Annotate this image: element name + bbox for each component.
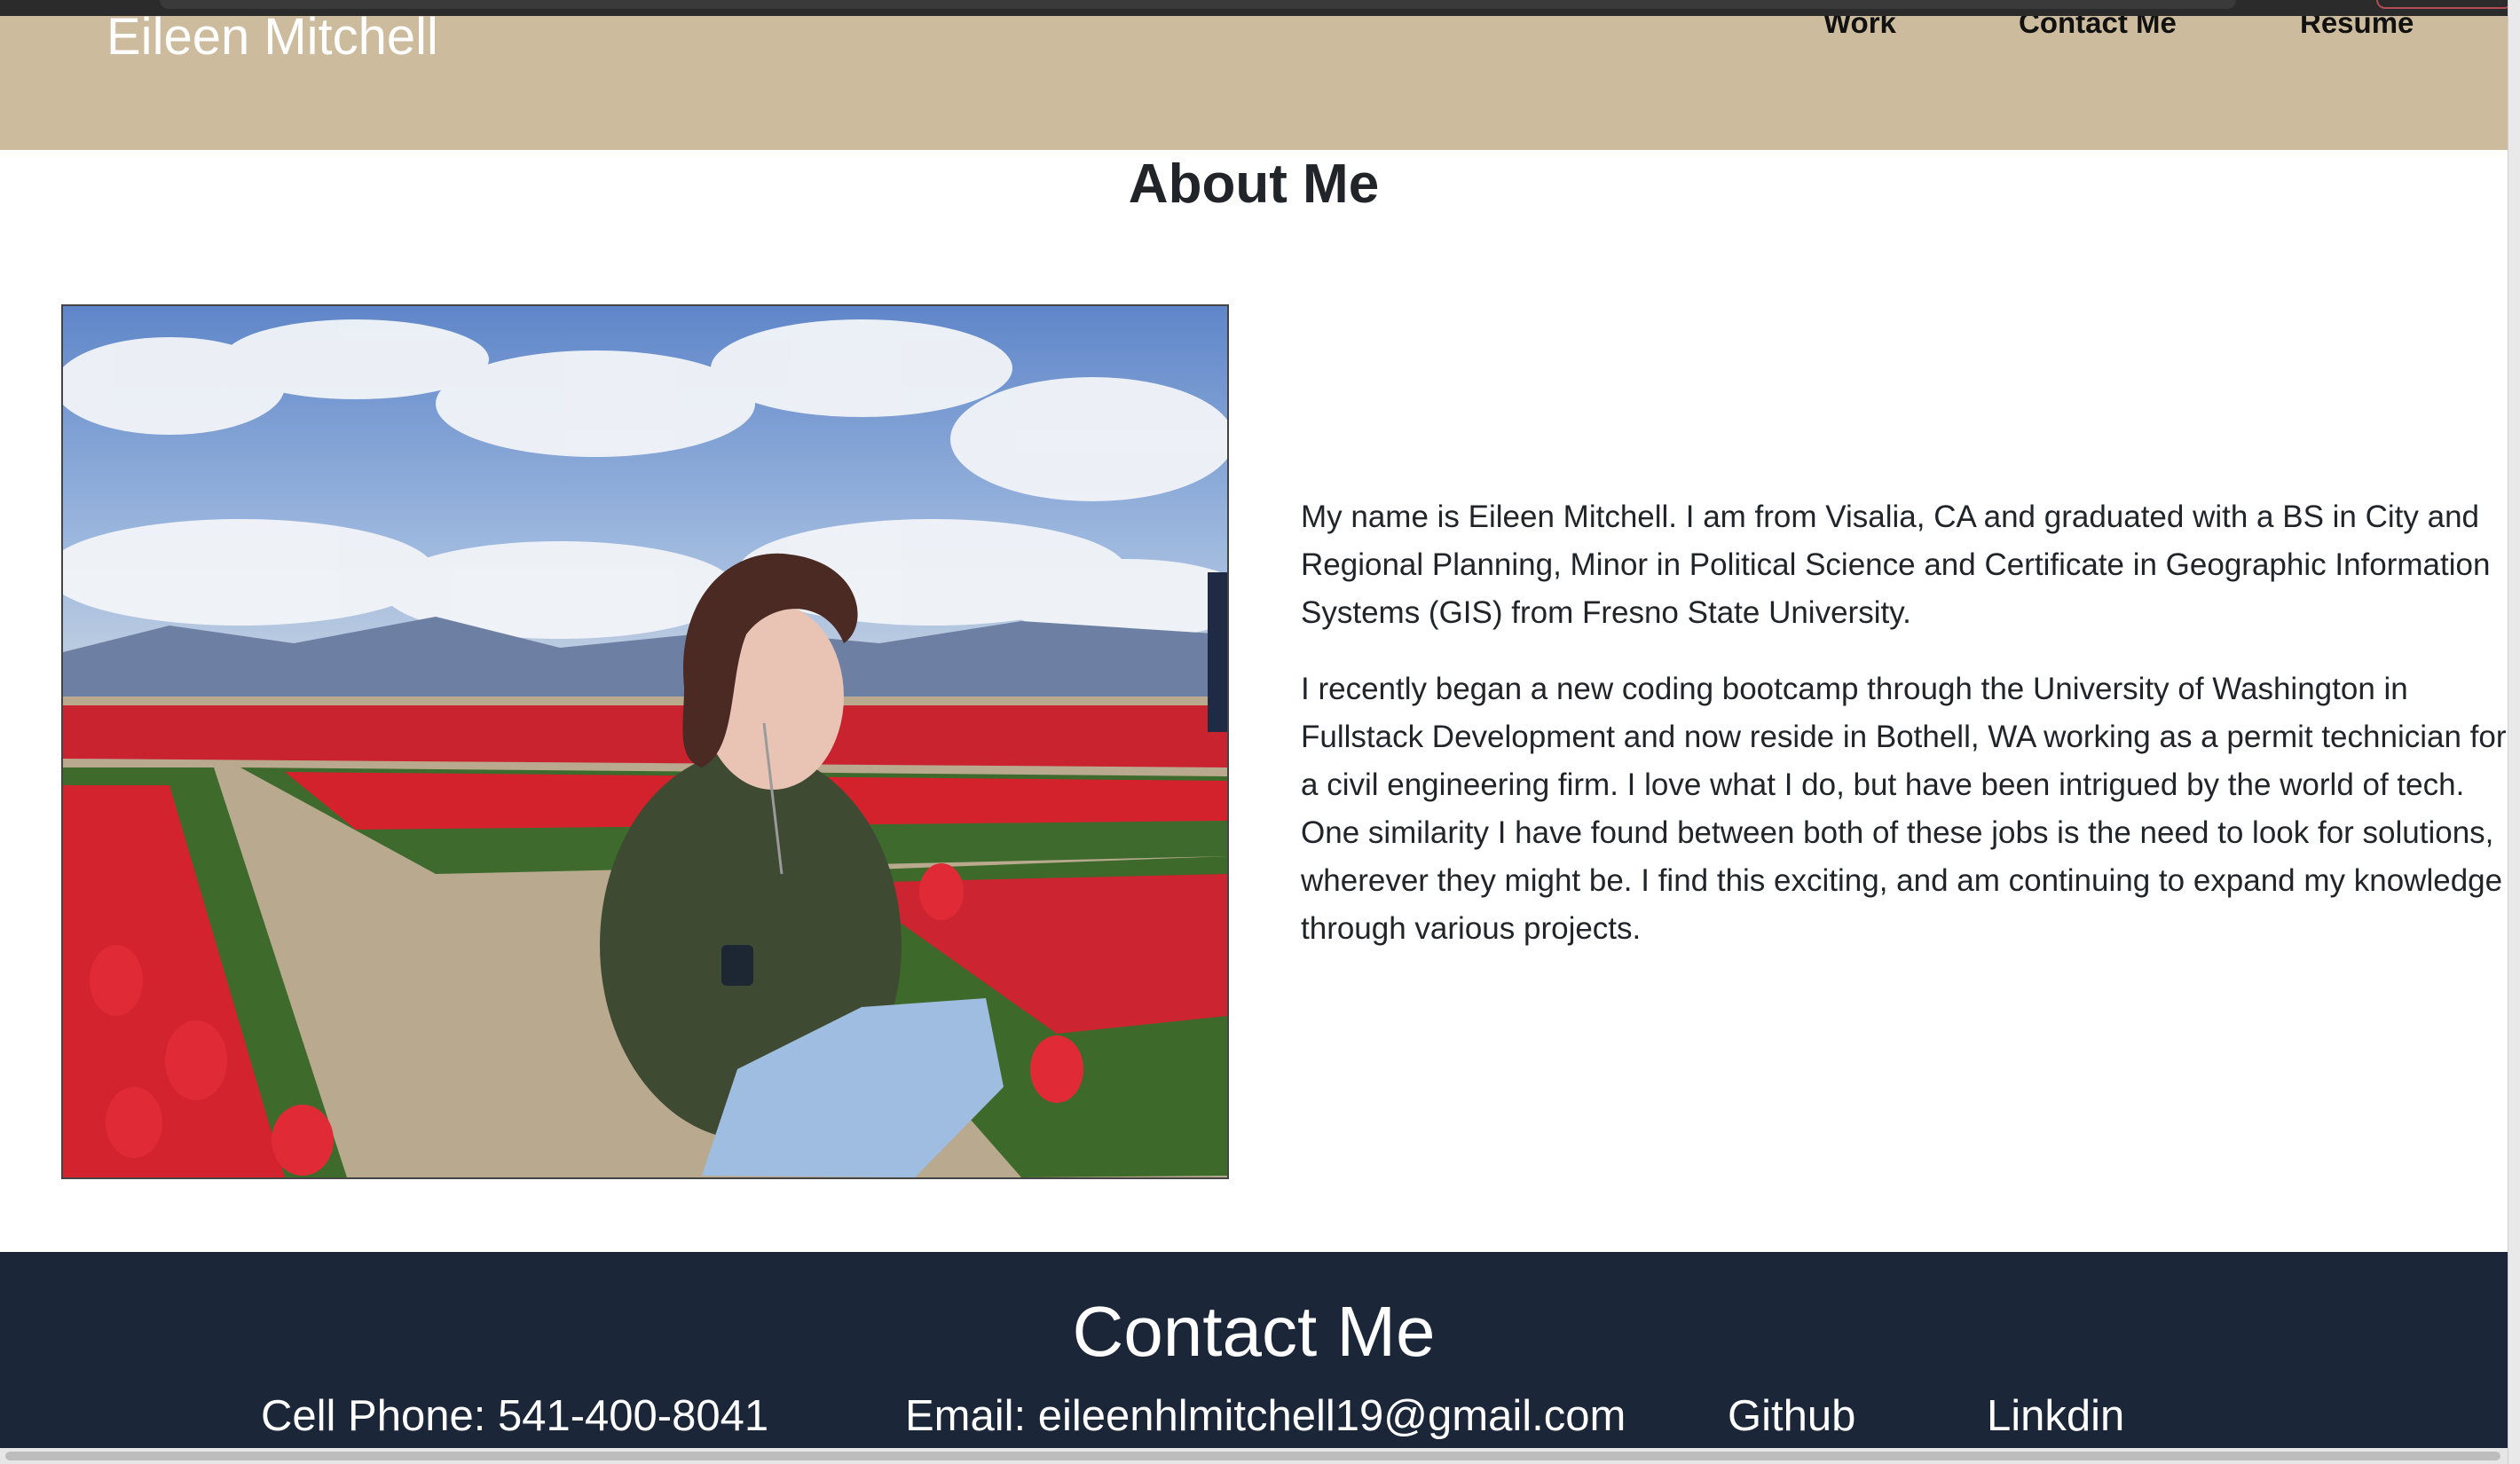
nav-resume-link[interactable]: Resume [2300,16,2414,43]
vertical-scrollbar[interactable] [2508,0,2520,1464]
github-link[interactable]: Github [1728,1391,1855,1441]
address-bar-edge [160,0,2236,9]
cell-phone-text: Cell Phone: 541-400-8041 [261,1392,769,1440]
nav-work-link[interactable]: Work [1823,16,1896,43]
email-link[interactable]: Email: eileenhlmitchell19@gmail.com [905,1391,1626,1441]
about-paragraph-2: I recently began a new coding bootcamp t… [1301,672,2507,946]
contact-title: Contact Me [1072,1292,1436,1371]
site-title[interactable]: Eileen Mitchell [106,12,438,63]
about-paragraph-1: My name is Eileen Mitchell. I am from Vi… [1301,500,2491,630]
site-header: Eileen Mitchell Work Contact Me Resume [0,12,2520,150]
profile-photo [61,304,1229,1179]
nav-contact-link[interactable]: Contact Me [2019,16,2177,43]
linkdin-link[interactable]: Linkdin [1987,1391,2124,1441]
horizontal-scrollbar-thumb[interactable] [5,1452,2500,1460]
browser-control-edge [2376,0,2513,9]
horizontal-scrollbar[interactable] [0,1448,2508,1464]
about-text: My name is Eileen Mitchell. I am from Vi… [1301,493,2508,981]
contact-section: Contact Me Cell Phone: 541-400-8041 Emai… [0,1252,2508,1464]
about-title: About Me [1128,153,1380,215]
